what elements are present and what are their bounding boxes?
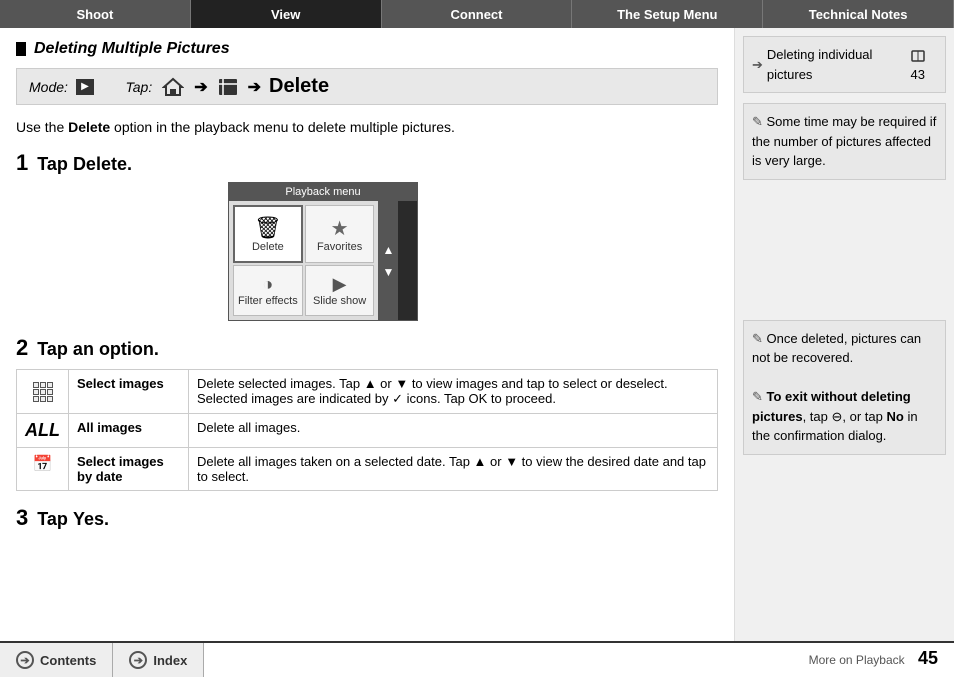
table-row: 📅 Select images by date Delete all image… bbox=[17, 448, 718, 491]
sidebar-bottom-note: ✎ Once deleted, pictures can not be reco… bbox=[743, 320, 946, 455]
page-info: More on Playback 45 bbox=[809, 648, 938, 669]
grid-icon bbox=[33, 382, 53, 402]
bottom-bar: ➔ Contents ➔ Index More on Playback 45 bbox=[0, 641, 954, 677]
sidebar-time-note: ✎ Some time may be required if the numbe… bbox=[743, 103, 946, 180]
tab-view[interactable]: View bbox=[191, 0, 382, 28]
main-layout: Deleting Multiple Pictures Mode: ▶ Tap: … bbox=[0, 28, 954, 641]
step1-layout: Playback menu 🗑 Delete ★ bbox=[16, 182, 718, 321]
note-icon-3: ✎ bbox=[752, 389, 767, 404]
menu-item-delete[interactable]: 🗑 Delete bbox=[233, 205, 303, 263]
title-icon bbox=[16, 42, 26, 56]
tab-connect[interactable]: Connect bbox=[382, 0, 573, 28]
nav-tabs: Shoot View Connect The Setup Menu Techni… bbox=[0, 0, 954, 28]
filter-icon: ◑ bbox=[262, 274, 273, 295]
mode-bar: Mode: ▶ Tap: ➔ ➔ Delete bbox=[16, 68, 718, 105]
select-images-desc: Delete selected images. Tap ▲ or ▼ to vi… bbox=[189, 370, 718, 414]
page-title: Deleting Multiple Pictures bbox=[16, 40, 718, 58]
play-icon: ▶ bbox=[76, 79, 94, 95]
select-by-date-label: Select images by date bbox=[69, 448, 189, 491]
select-by-date-desc: Delete all images taken on a selected da… bbox=[189, 448, 718, 491]
note-icon-1: ✎ bbox=[752, 114, 767, 129]
book-icon bbox=[911, 50, 925, 62]
all-images-desc: Delete all images. bbox=[189, 414, 718, 448]
step-1: 1 Tap Delete. Playback menu 🗑 bbox=[16, 150, 718, 321]
step-3: 3 Tap Yes. bbox=[16, 505, 718, 531]
table-row: ALL All images Delete all images. bbox=[17, 414, 718, 448]
index-link[interactable]: ➔ Index bbox=[113, 643, 204, 677]
sidebar-once-deleted: ✎ Once deleted, pictures can not be reco… bbox=[752, 329, 937, 368]
ref-arrow-icon: ➔ bbox=[752, 55, 763, 75]
tab-technical-notes[interactable]: Technical Notes bbox=[763, 0, 954, 28]
menu-item-filter[interactable]: ◑ Filter effects bbox=[233, 265, 303, 316]
home-icon bbox=[162, 77, 184, 97]
tab-setup-menu[interactable]: The Setup Menu bbox=[572, 0, 763, 28]
sidebar-exit-note: ✎ To exit without deleting pictures, tap… bbox=[752, 387, 937, 446]
scroll-arrows: ▲ ▼ bbox=[378, 201, 398, 320]
ref-page: 43 bbox=[911, 45, 937, 84]
step-2-header: 2 Tap an option. bbox=[16, 335, 718, 361]
step-2: 2 Tap an option. Sele bbox=[16, 335, 718, 491]
contents-arrow-icon: ➔ bbox=[16, 651, 34, 669]
playback-menu-title: Playback menu bbox=[229, 183, 417, 201]
step-3-header: 3 Tap Yes. bbox=[16, 505, 718, 531]
select-images-icon-cell bbox=[17, 370, 69, 414]
tab-shoot[interactable]: Shoot bbox=[0, 0, 191, 28]
menu-icon bbox=[218, 78, 238, 96]
arrow1: ➔ bbox=[194, 77, 207, 97]
star-icon: ★ bbox=[331, 216, 349, 241]
playback-menu: Playback menu 🗑 Delete ★ bbox=[228, 182, 418, 321]
select-by-date-icon-cell: 📅 bbox=[17, 448, 69, 491]
select-images-label: Select images bbox=[69, 370, 189, 414]
menu-item-favorites[interactable]: ★ Favorites bbox=[305, 205, 375, 263]
calendar-icon: 📅 bbox=[33, 456, 53, 473]
menu-item-slideshow[interactable]: ▶ Slide show bbox=[305, 265, 375, 316]
step-1-header: 1 Tap Delete. bbox=[16, 150, 718, 176]
all-images-icon-cell: ALL bbox=[17, 414, 69, 448]
contents-link[interactable]: ➔ Contents bbox=[0, 643, 113, 677]
all-images-label: All images bbox=[69, 414, 189, 448]
index-arrow-icon: ➔ bbox=[129, 651, 147, 669]
ref-label: Deleting individual pictures bbox=[767, 45, 895, 84]
page-ref: ➔ Deleting individual pictures 43 bbox=[752, 45, 937, 84]
intro-text: Use the Delete option in the playback me… bbox=[16, 117, 718, 138]
slideshow-icon: ▶ bbox=[333, 274, 347, 295]
note-icon-2: ✎ bbox=[752, 331, 767, 346]
content-area: Deleting Multiple Pictures Mode: ▶ Tap: … bbox=[0, 28, 734, 641]
sidebar-top-ref: ➔ Deleting individual pictures 43 bbox=[743, 36, 946, 93]
trash-icon: 🗑 bbox=[254, 215, 282, 241]
table-row: Select images Delete selected images. Ta… bbox=[17, 370, 718, 414]
options-table: Select images Delete selected images. Ta… bbox=[16, 369, 718, 491]
arrow2: ➔ bbox=[248, 77, 261, 97]
right-sidebar: ➔ Deleting individual pictures 43 ✎ Some… bbox=[734, 28, 954, 641]
all-text-icon: ALL bbox=[25, 420, 60, 440]
